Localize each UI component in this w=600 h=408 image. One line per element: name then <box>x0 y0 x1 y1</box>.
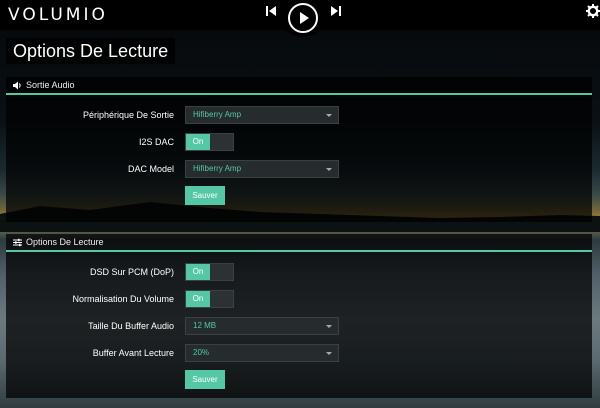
dsd-state: On <box>186 264 210 280</box>
volume-normalization-label: Normalisation Du Volume <box>72 294 174 304</box>
skip-previous-icon[interactable] <box>263 3 279 19</box>
dsd-toggle[interactable]: On <box>185 263 234 281</box>
volume-normalization-row: Normalisation Du Volume On <box>6 290 592 308</box>
output-device-label: Périphérique De Sortie <box>82 110 174 120</box>
output-device-row: Périphérique De Sortie Hifiberry Amp <box>6 106 592 124</box>
dac-model-row: DAC Model Hifiberry Amp <box>6 160 592 178</box>
buffer-size-label: Taille Du Buffer Audio <box>88 321 174 331</box>
audio-output-save-row: Sauver <box>6 186 592 205</box>
gear-icon[interactable] <box>586 4 600 18</box>
prebuffer-row: Buffer Avant Lecture 20% <box>6 344 592 362</box>
skip-next-icon[interactable] <box>328 3 344 19</box>
playback-options-header: Options De Lecture <box>6 234 592 252</box>
dac-model-value: Hifiberry Amp <box>193 164 242 173</box>
i2s-dac-label: I2S DAC <box>138 137 174 147</box>
chevron-down-icon <box>326 114 332 117</box>
play-icon <box>300 12 309 24</box>
prebuffer-select[interactable]: 20% <box>185 344 339 362</box>
play-button[interactable] <box>288 3 318 33</box>
volume-normalization-toggle[interactable]: On <box>185 290 234 308</box>
prebuffer-value: 20% <box>193 348 210 357</box>
audio-output-header: Sortie Audio <box>6 77 592 95</box>
volumio-logo[interactable]: VOLUMIO <box>8 5 108 25</box>
dac-model-label: DAC Model <box>127 164 174 174</box>
audio-output-panel: Sortie Audio Périphérique De Sortie Hifi… <box>6 77 592 222</box>
buffer-size-select[interactable]: 12 MB <box>185 317 339 335</box>
dac-model-select[interactable]: Hifiberry Amp <box>185 160 339 178</box>
audio-output-save-button[interactable]: Sauver <box>185 186 225 205</box>
dsd-row: DSD Sur PCM (DoP) On <box>6 263 592 281</box>
output-device-select[interactable]: Hifiberry Amp <box>185 106 339 124</box>
i2s-dac-row: I2S DAC On <box>6 133 592 151</box>
chevron-down-icon <box>326 168 332 171</box>
i2s-dac-toggle[interactable]: On <box>185 133 234 151</box>
volume-normalization-state: On <box>186 291 210 307</box>
page-title: Options De Lecture <box>6 38 176 64</box>
i2s-dac-state: On <box>186 134 210 150</box>
playback-options-save-button[interactable]: Sauver <box>185 370 225 389</box>
dsd-label: DSD Sur PCM (DoP) <box>89 267 174 277</box>
speaker-icon <box>13 81 21 89</box>
playback-options-save-row: Sauver <box>6 370 592 389</box>
prebuffer-label: Buffer Avant Lecture <box>92 348 174 358</box>
playback-options-panel: Options De Lecture DSD Sur PCM (DoP) On … <box>6 234 592 398</box>
chevron-down-icon <box>326 325 332 328</box>
chevron-down-icon <box>326 352 332 355</box>
sliders-icon <box>13 238 22 246</box>
buffer-size-row: Taille Du Buffer Audio 12 MB <box>6 317 592 335</box>
audio-output-title: Sortie Audio <box>26 80 75 90</box>
playback-options-title: Options De Lecture <box>26 237 104 247</box>
buffer-size-value: 12 MB <box>193 321 217 330</box>
output-device-value: Hifiberry Amp <box>193 110 242 119</box>
